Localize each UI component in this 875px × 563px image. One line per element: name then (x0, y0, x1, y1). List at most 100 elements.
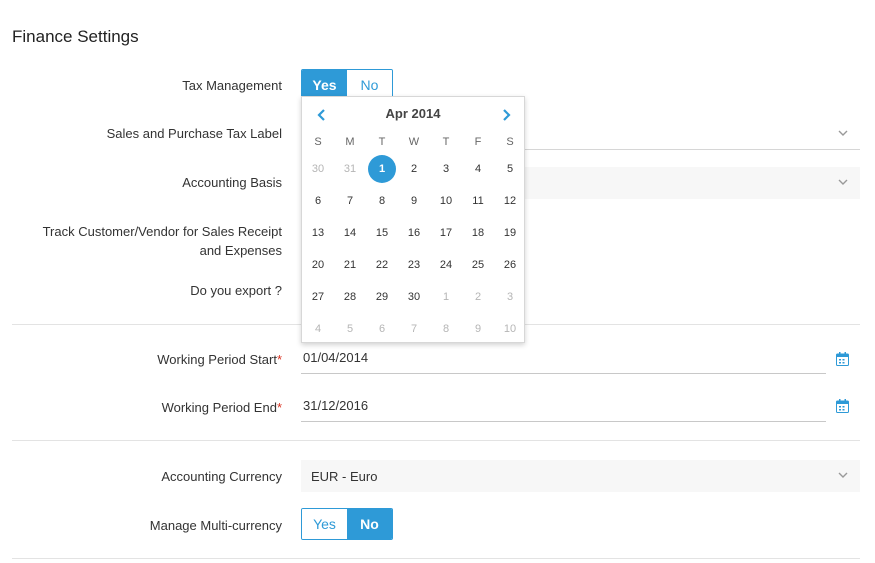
divider (12, 558, 860, 559)
calendar-day-number: 2 (410, 163, 418, 175)
calendar-day[interactable]: 12 (494, 185, 526, 217)
calendar-day[interactable]: 7 (334, 185, 366, 217)
calendar-day[interactable]: 11 (462, 185, 494, 217)
calendar-day-number: 12 (503, 195, 517, 207)
calendar-day-number: 15 (375, 227, 389, 239)
calendar-day[interactable]: 28 (334, 281, 366, 313)
chevron-down-icon (838, 130, 848, 136)
calendar-day-number: 23 (407, 259, 421, 271)
calendar-day[interactable]: 29 (366, 281, 398, 313)
datepicker-popup: Apr 2014 S M T W T F S 30 31 1 2 3 4 5 6 7 8 9 10 11 12 13 14 1… (301, 96, 525, 343)
calendar-day-number: 26 (503, 259, 517, 271)
calendar-day[interactable]: 16 (398, 217, 430, 249)
calendar-day[interactable]: 22 (366, 249, 398, 281)
calendar-day[interactable]: 27 (302, 281, 334, 313)
calendar-day-number: 19 (503, 227, 517, 239)
track-customer-label-line1: Track Customer/Vendor for Sales Receipt (42, 224, 282, 239)
calendar-day[interactable]: 6 (366, 313, 398, 345)
calendar-day[interactable]: 7 (398, 313, 430, 345)
calendar-day[interactable]: 8 (366, 185, 398, 217)
weekday-header: W (408, 136, 420, 148)
chevron-down-icon (838, 179, 848, 185)
calendar-day-number: 4 (474, 163, 482, 175)
calendar-day[interactable]: 13 (302, 217, 334, 249)
calendar-day[interactable]: 8 (430, 313, 462, 345)
calendar-day-number: 25 (471, 259, 485, 271)
calendar-day-number: 1 (442, 291, 450, 303)
calendar-day-number: 8 (442, 323, 450, 335)
calendar-day[interactable]: 5 (334, 313, 366, 345)
calendar-day-number: 6 (314, 195, 322, 207)
calendar-day[interactable]: 17 (430, 217, 462, 249)
working-start-value: 01/04/2014 (303, 350, 369, 365)
calendar-day[interactable]: 19 (494, 217, 526, 249)
calendar-day-number: 14 (343, 227, 357, 239)
multi-currency-label: Manage Multi-currency (149, 518, 282, 533)
calendar-day-number: 3 (506, 291, 514, 303)
export-label: Do you export ? (190, 283, 282, 298)
calendar-day[interactable]: 9 (398, 185, 430, 217)
calendar-day-number: 27 (311, 291, 325, 303)
calendar-day-number: 2 (474, 291, 482, 303)
calendar-day[interactable]: 23 (398, 249, 430, 281)
datepicker-month-title[interactable]: Apr 2014 (302, 106, 524, 121)
calendar-day[interactable]: 30 (302, 153, 334, 185)
calendar-day-number: 18 (471, 227, 485, 239)
calendar-day[interactable]: 6 (302, 185, 334, 217)
calendar-day-selected[interactable]: 1 (366, 153, 398, 185)
tax-management-label: Tax Management (182, 78, 282, 93)
calendar-day[interactable]: 20 (302, 249, 334, 281)
calendar-day[interactable]: 25 (462, 249, 494, 281)
calendar-day-number: 6 (378, 323, 386, 335)
calendar-day[interactable]: 4 (302, 313, 334, 345)
calendar-day-number: 1 (368, 155, 396, 183)
calendar-day-number: 24 (439, 259, 453, 271)
calendar-day-number: 5 (346, 323, 354, 335)
calendar-day[interactable]: 10 (430, 185, 462, 217)
calendar-day[interactable]: 4 (462, 153, 494, 185)
calendar-day[interactable]: 3 (430, 153, 462, 185)
calendar-day-number: 30 (407, 291, 421, 303)
divider (12, 440, 860, 441)
calendar-day-number: 9 (410, 195, 418, 207)
calendar-day-number: 9 (474, 323, 482, 335)
working-start-label-text: Working Period Start (157, 352, 277, 367)
page-title: Finance Settings (12, 27, 139, 46)
calendar-icon[interactable] (836, 352, 849, 366)
calendar-day-number: 17 (439, 227, 453, 239)
multi-currency-yes-option[interactable]: Yes (302, 509, 347, 539)
calendar-day-number: 20 (311, 259, 325, 271)
weekday-header: F (474, 136, 482, 148)
calendar-day[interactable]: 9 (462, 313, 494, 345)
calendar-day-number: 10 (503, 323, 517, 335)
calendar-day[interactable]: 2 (398, 153, 430, 185)
accounting-currency-select[interactable]: EUR - Euro (301, 460, 860, 492)
required-marker: * (276, 352, 282, 367)
calendar-day[interactable]: 1 (430, 281, 462, 313)
calendar-day[interactable]: 14 (334, 217, 366, 249)
calendar-day[interactable]: 18 (462, 217, 494, 249)
working-start-input[interactable]: 01/04/2014 (301, 342, 826, 374)
calendar-day[interactable]: 10 (494, 313, 526, 345)
calendar-day[interactable]: 30 (398, 281, 430, 313)
calendar-day-number: 22 (375, 259, 389, 271)
calendar-day-number: 4 (314, 323, 322, 335)
chevron-down-icon (838, 472, 848, 478)
calendar-day[interactable]: 15 (366, 217, 398, 249)
weekday-header: S (506, 136, 514, 148)
calendar-day-number: 7 (410, 323, 418, 335)
calendar-day[interactable]: 2 (462, 281, 494, 313)
accounting-currency-label: Accounting Currency (161, 469, 282, 484)
calendar-day[interactable]: 5 (494, 153, 526, 185)
working-end-input[interactable]: 31/12/2016 (301, 390, 826, 422)
calendar-day[interactable]: 21 (334, 249, 366, 281)
calendar-day[interactable]: 24 (430, 249, 462, 281)
multi-currency-no-option[interactable]: No (347, 509, 392, 539)
calendar-day-number: 7 (346, 195, 354, 207)
chevron-right-icon[interactable] (498, 107, 514, 123)
calendar-day[interactable]: 31 (334, 153, 366, 185)
calendar-icon[interactable] (836, 399, 849, 413)
calendar-day[interactable]: 26 (494, 249, 526, 281)
calendar-day[interactable]: 3 (494, 281, 526, 313)
calendar-day-number: 10 (439, 195, 453, 207)
